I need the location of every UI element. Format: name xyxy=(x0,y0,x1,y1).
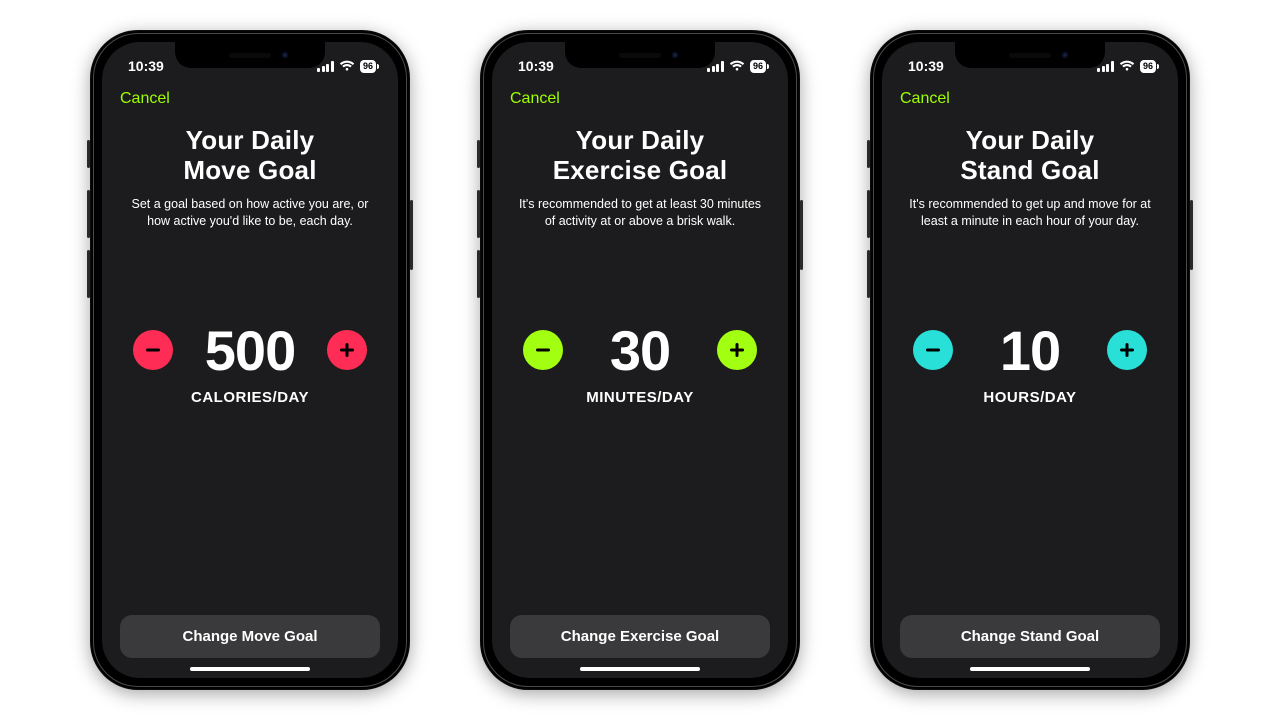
change-goal-button[interactable]: Change Move Goal xyxy=(120,615,380,658)
nav-bar: Cancel xyxy=(882,86,1178,116)
goal-stepper: 500 xyxy=(124,318,376,383)
nav-bar: Cancel xyxy=(102,86,398,116)
notch xyxy=(175,42,325,68)
minus-icon xyxy=(533,340,553,360)
page-subtitle: It's recommended to get up and move for … xyxy=(904,196,1156,230)
battery-indicator: 96 xyxy=(750,60,766,73)
phone-mockup-move: 10:39 96 Cancel Your Daily Move Goal Set… xyxy=(90,30,410,690)
screen: 10:39 96 Cancel Your Daily Exercise Goal… xyxy=(492,42,788,678)
plus-icon xyxy=(337,340,357,360)
goal-unit: MINUTES/DAY xyxy=(586,389,693,406)
change-goal-button[interactable]: Change Stand Goal xyxy=(900,615,1160,658)
wifi-icon xyxy=(729,60,745,72)
screen: 10:39 96 Cancel Your Daily Stand Goal It… xyxy=(882,42,1178,678)
home-indicator[interactable] xyxy=(580,667,700,671)
goal-unit: HOURS/DAY xyxy=(983,389,1076,406)
goal-value: 30 xyxy=(585,318,695,383)
goal-unit: CALORIES/DAY xyxy=(191,389,309,406)
decrement-button[interactable] xyxy=(523,330,563,370)
plus-icon xyxy=(1117,340,1137,360)
increment-button[interactable] xyxy=(717,330,757,370)
nav-bar: Cancel xyxy=(492,86,788,116)
page-subtitle: It's recommended to get at least 30 minu… xyxy=(514,196,766,230)
increment-button[interactable] xyxy=(1107,330,1147,370)
change-goal-button[interactable]: Change Exercise Goal xyxy=(510,615,770,658)
plus-icon xyxy=(727,340,747,360)
wifi-icon xyxy=(1119,60,1135,72)
page-title: Your Daily Stand Goal xyxy=(960,126,1099,186)
page-subtitle: Set a goal based on how active you are, … xyxy=(124,196,376,230)
battery-indicator: 96 xyxy=(1140,60,1156,73)
home-indicator[interactable] xyxy=(970,667,1090,671)
increment-button[interactable] xyxy=(327,330,367,370)
wifi-icon xyxy=(339,60,355,72)
cancel-button[interactable]: Cancel xyxy=(510,90,560,108)
status-time: 10:39 xyxy=(128,58,164,74)
page-title: Your Daily Move Goal xyxy=(183,126,316,186)
notch xyxy=(955,42,1105,68)
status-time: 10:39 xyxy=(518,58,554,74)
phone-mockup-exercise: 10:39 96 Cancel Your Daily Exercise Goal… xyxy=(480,30,800,690)
home-indicator[interactable] xyxy=(190,667,310,671)
minus-icon xyxy=(143,340,163,360)
goal-stepper: 10 xyxy=(904,318,1156,383)
goal-stepper: 30 xyxy=(514,318,766,383)
cancel-button[interactable]: Cancel xyxy=(120,90,170,108)
minus-icon xyxy=(923,340,943,360)
notch xyxy=(565,42,715,68)
goal-value: 500 xyxy=(195,318,305,383)
decrement-button[interactable] xyxy=(913,330,953,370)
page-title: Your Daily Exercise Goal xyxy=(553,126,728,186)
goal-value: 10 xyxy=(975,318,1085,383)
screen: 10:39 96 Cancel Your Daily Move Goal Set… xyxy=(102,42,398,678)
phone-mockup-stand: 10:39 96 Cancel Your Daily Stand Goal It… xyxy=(870,30,1190,690)
battery-indicator: 96 xyxy=(360,60,376,73)
cancel-button[interactable]: Cancel xyxy=(900,90,950,108)
status-time: 10:39 xyxy=(908,58,944,74)
decrement-button[interactable] xyxy=(133,330,173,370)
